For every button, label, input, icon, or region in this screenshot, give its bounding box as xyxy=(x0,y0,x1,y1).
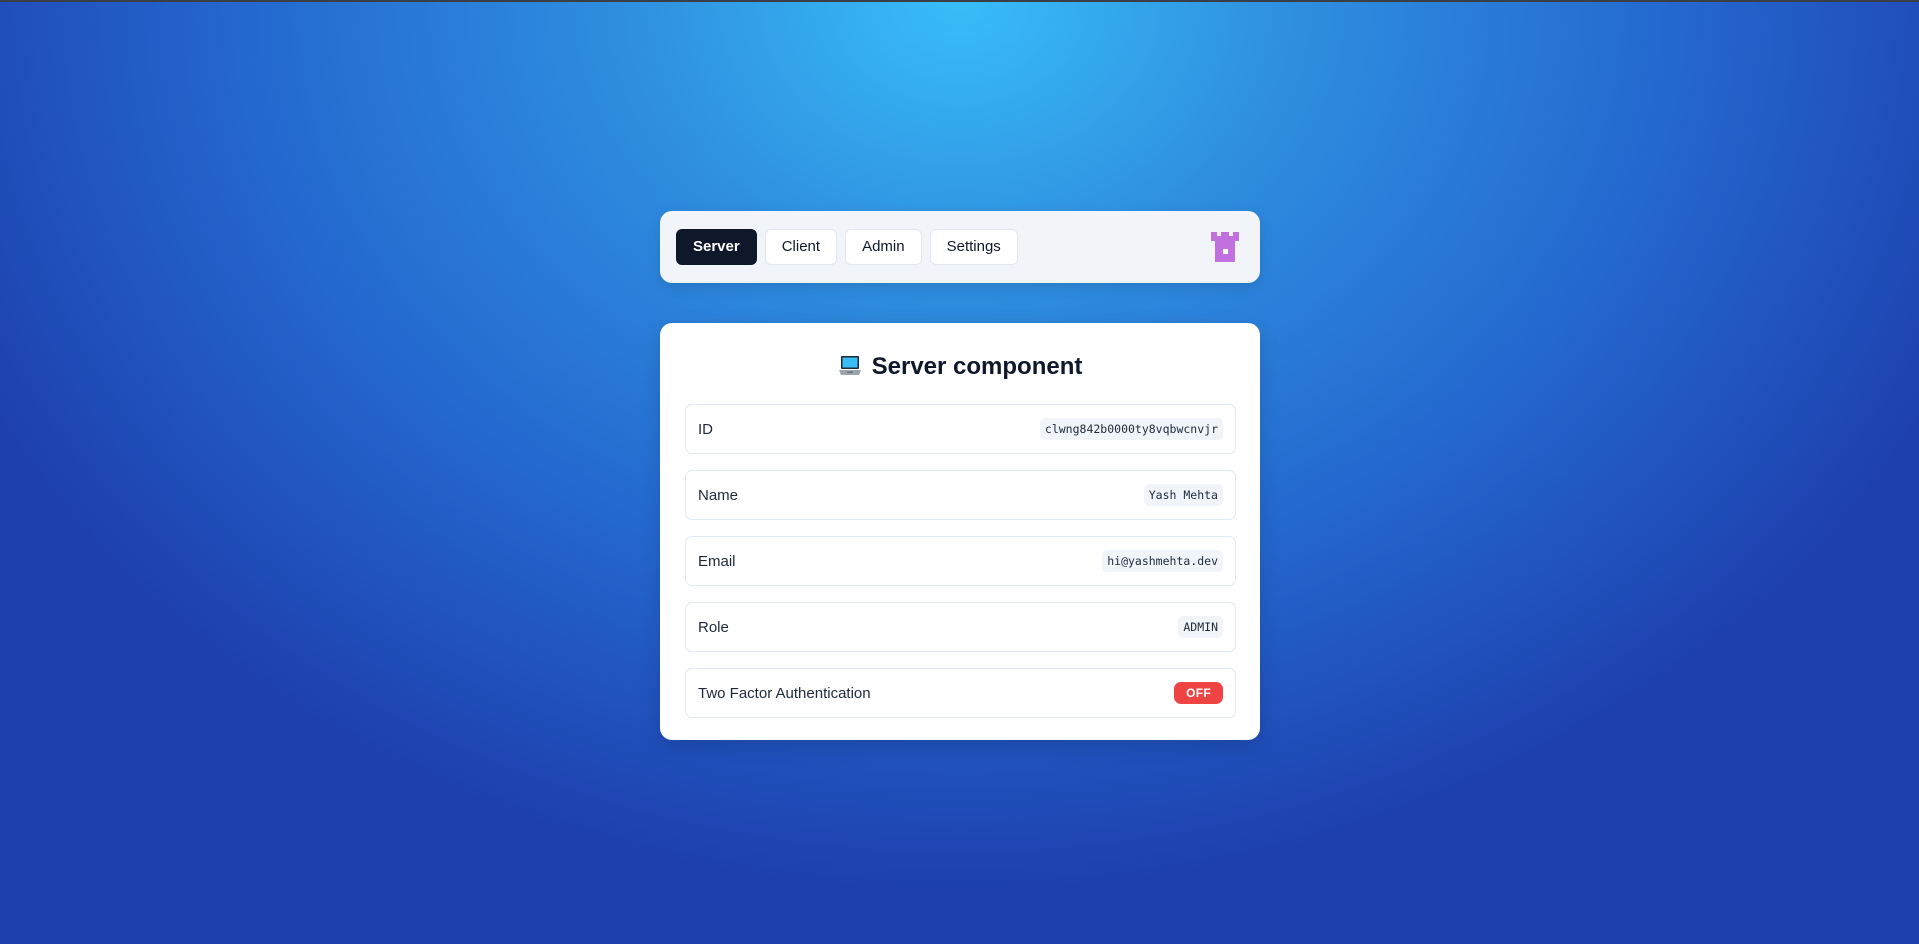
card-title: Server component xyxy=(660,349,1260,385)
nav-tabs: Server Client Admin Settings xyxy=(676,229,1018,265)
row-label: Name xyxy=(698,486,739,504)
card-title-text: Server component xyxy=(871,353,1083,380)
tab-settings[interactable]: Settings xyxy=(929,229,1018,265)
user-name-value: Yash Mehta xyxy=(1143,484,1223,506)
row-label: Two Factor Authentication xyxy=(698,684,871,702)
tab-client[interactable]: Client xyxy=(764,229,838,265)
user-email-value: hi@yashmehta.dev xyxy=(1102,550,1223,572)
tab-server[interactable]: Server xyxy=(676,229,757,265)
row-label: Email xyxy=(698,552,736,570)
window-top-border xyxy=(0,0,1919,2)
tab-admin[interactable]: Admin xyxy=(845,229,922,265)
user-role-value: ADMIN xyxy=(1178,616,1223,638)
two-factor-status-badge: OFF xyxy=(1174,682,1223,704)
user-id-value: clwng842b0000ty8vqbwcnvjr xyxy=(1039,418,1223,440)
top-navigation: Server Client Admin Settings xyxy=(660,211,1260,283)
server-component-card: Server component ID clwng842b0000ty8vqbw… xyxy=(660,323,1260,740)
user-info-list: ID clwng842b0000ty8vqbwcnvjr Name Yash M… xyxy=(685,404,1236,718)
info-row-name: Name Yash Mehta xyxy=(685,470,1236,520)
info-row-two-factor: Two Factor Authentication OFF xyxy=(685,668,1236,718)
row-label: ID xyxy=(698,420,713,438)
castle-icon[interactable] xyxy=(1208,230,1242,264)
info-row-email: Email hi@yashmehta.dev xyxy=(685,536,1236,586)
info-row-id: ID clwng842b0000ty8vqbwcnvjr xyxy=(685,404,1236,454)
row-label: Role xyxy=(698,618,729,636)
info-row-role: Role ADMIN xyxy=(685,602,1236,652)
laptop-icon xyxy=(838,356,861,375)
